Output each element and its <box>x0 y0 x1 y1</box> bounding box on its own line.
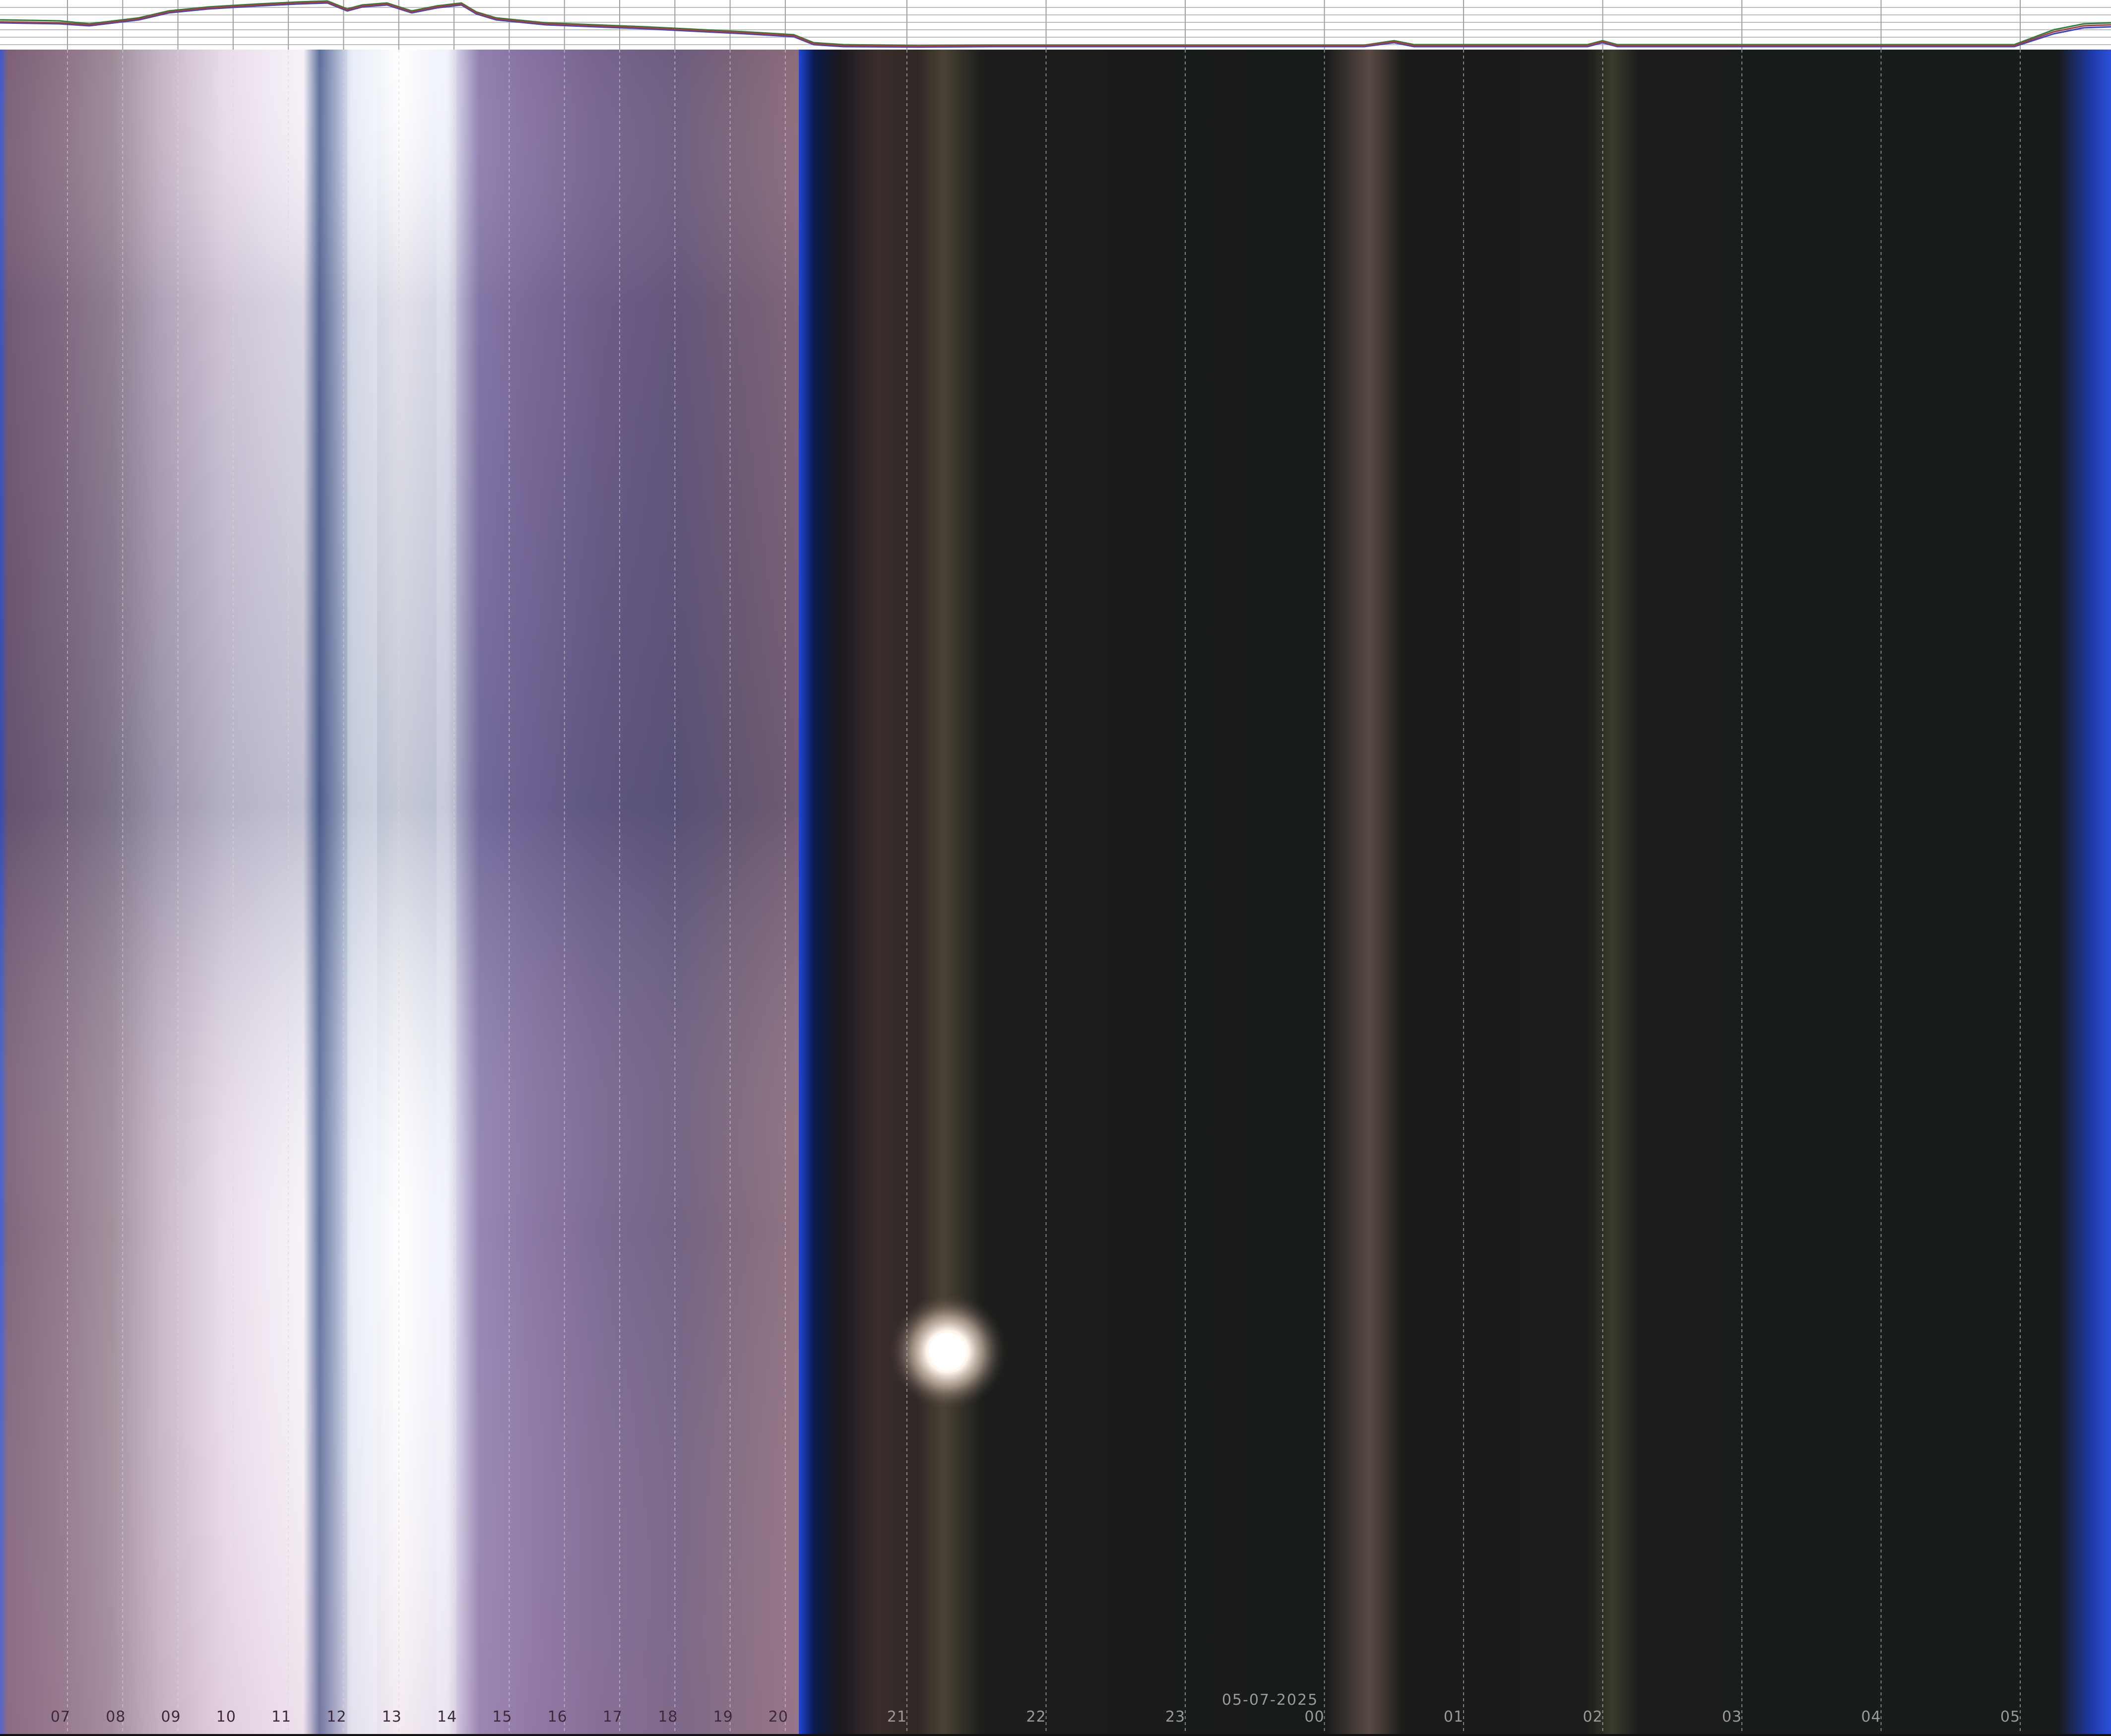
hour-label: 18 <box>658 1708 678 1726</box>
hour-label: 13 <box>382 1708 402 1726</box>
hour-label: 23 <box>1165 1708 1186 1726</box>
hour-label: 19 <box>713 1708 733 1726</box>
hour-label: 04 <box>1861 1708 1881 1726</box>
moon-core <box>929 1333 966 1370</box>
hour-label: 12 <box>326 1708 347 1726</box>
hour-label: 17 <box>602 1708 623 1726</box>
keogram-svg <box>0 50 2111 1734</box>
day-shading <box>0 50 799 1734</box>
hour-label: 03 <box>1722 1708 1742 1726</box>
hour-label: 21 <box>887 1708 907 1726</box>
cloud-streak <box>347 50 377 1734</box>
hour-label: 00 <box>1304 1708 1325 1726</box>
date-label: 05-07-2025 <box>1221 1691 1319 1709</box>
hour-label: 07 <box>50 1708 71 1726</box>
hour-label: 20 <box>768 1708 788 1726</box>
hour-label: 22 <box>1026 1708 1046 1726</box>
night-section <box>799 50 2111 1734</box>
cloud-streak <box>437 50 456 1734</box>
brightness-curve-red <box>0 1 2111 47</box>
brightness-graph <box>0 0 2111 50</box>
hour-label: 01 <box>1443 1708 1464 1726</box>
hour-label: 11 <box>271 1708 292 1726</box>
brightness-graph-svg <box>0 0 2111 50</box>
keogram-image <box>0 50 2111 1734</box>
hour-label: 08 <box>106 1708 126 1726</box>
hour-label: 14 <box>437 1708 457 1726</box>
hour-label: 15 <box>492 1708 512 1726</box>
brightness-curve-blue <box>0 2 2111 48</box>
hour-label: 02 <box>1583 1708 1603 1726</box>
hour-label: 09 <box>161 1708 181 1726</box>
hour-label: 10 <box>216 1708 236 1726</box>
hour-label: 16 <box>547 1708 568 1726</box>
hour-label: 05 <box>2000 1708 2021 1726</box>
